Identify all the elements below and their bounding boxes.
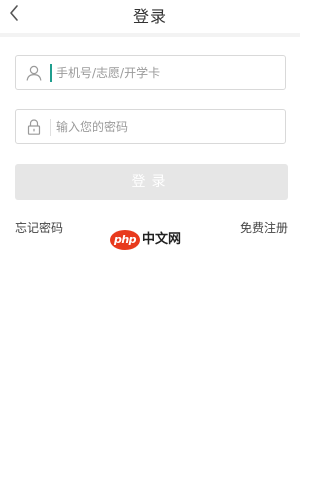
- field-divider: [50, 119, 51, 136]
- username-input[interactable]: [56, 63, 276, 83]
- password-field[interactable]: [15, 109, 286, 144]
- register-link[interactable]: 免费注册: [240, 219, 288, 236]
- page-title: 登录: [132, 7, 167, 26]
- login-button[interactable]: 登录: [15, 164, 288, 200]
- username-field[interactable]: [15, 55, 286, 90]
- password-input[interactable]: [56, 117, 276, 137]
- user-icon: [25, 64, 43, 82]
- nav-header: 登录: [0, 0, 300, 30]
- watermark-logo: php: [110, 230, 140, 250]
- watermark-site-name: 中文网: [142, 232, 182, 247]
- header-divider: [0, 33, 300, 37]
- lock-icon: [25, 118, 43, 136]
- text-cursor: [50, 64, 52, 82]
- site-watermark: php 中文网: [110, 228, 194, 252]
- forgot-password-link[interactable]: 忘记密码: [15, 219, 63, 236]
